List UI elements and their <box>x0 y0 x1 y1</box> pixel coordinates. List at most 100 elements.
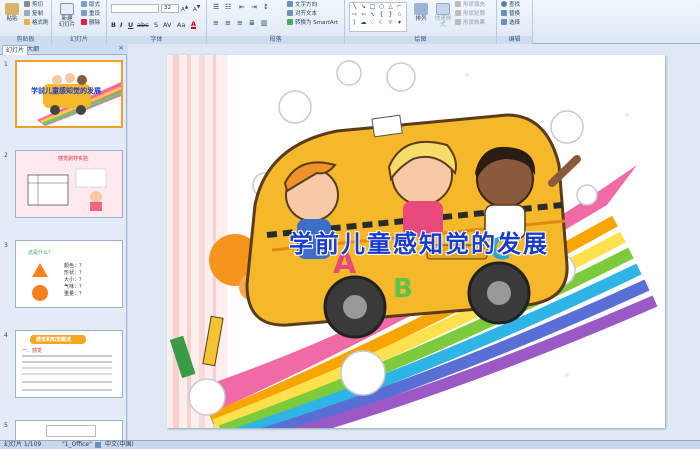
heart-shape-icon[interactable]: ♡ <box>368 19 377 27</box>
quick-styles-icon <box>436 3 450 15</box>
underline-icon[interactable]: U <box>128 21 133 29</box>
clipboard-group-label: 剪贴板 <box>0 36 51 44</box>
letter-b-character: B <box>393 274 413 304</box>
shapes-gallery[interactable]: ╲ ↘ □ ○ △ ⌐ ⇨ ⇦ ∿{} ☆ ⌈ ☁ ♡ ☾ ☼ ▾ <box>349 2 407 32</box>
paste-icon <box>5 3 19 15</box>
layout-icon <box>81 1 87 7</box>
curve-shape-icon[interactable]: ∿ <box>368 11 377 19</box>
char-spacing-icon[interactable]: AV <box>163 21 171 29</box>
line2-shape-icon[interactable]: ⌐ <box>395 3 404 11</box>
copy-icon <box>24 10 30 16</box>
change-case-icon[interactable]: Aa <box>177 21 185 29</box>
shadow-icon[interactable]: S <box>154 21 158 29</box>
columns-icon[interactable]: ▥ <box>261 20 268 27</box>
slide-thumb-2[interactable]: 感觉剥夺实验 <box>15 150 123 218</box>
shape-outline-button[interactable]: 形状轮廓 <box>455 10 485 18</box>
oval-shape-icon[interactable]: ○ <box>377 3 386 11</box>
slides-group: 新建 幻灯片 版式 重设 删除 幻灯片 <box>52 0 107 44</box>
close-pane-icon[interactable]: × <box>118 44 124 52</box>
arrow-right-shape-icon[interactable]: ⇨ <box>350 11 359 19</box>
quick-styles-button[interactable]: 快速样式 <box>433 3 453 28</box>
rect-shape-icon[interactable]: □ <box>368 3 377 11</box>
thumb-4-subtitle: 一、感觉 <box>22 348 43 354</box>
format-painter-button[interactable]: 格式刷 <box>24 19 49 27</box>
smartart-icon <box>287 19 293 25</box>
italic-icon[interactable]: I <box>120 21 122 29</box>
outline-icon <box>455 10 461 16</box>
star-shape-icon[interactable]: ☆ <box>395 11 404 19</box>
reset-button[interactable]: 重设 <box>81 10 100 18</box>
align-text-button[interactable]: 对齐文本 <box>287 10 317 18</box>
shape-effects-button[interactable]: 形状效果 <box>455 19 485 27</box>
drawing-group-label: 绘图 <box>345 36 496 44</box>
ribbon: 粘贴 剪切 复制 格式刷 剪贴板 新建 幻灯片 版式 重设 删除 幻灯片 32 … <box>0 0 700 44</box>
arrange-button[interactable]: 排列 <box>411 3 431 25</box>
delete-slide-button[interactable]: 删除 <box>81 19 100 27</box>
new-slide-button[interactable]: 新建 幻灯片 <box>55 3 79 28</box>
align-center-icon[interactable]: ≡ <box>225 20 231 27</box>
fill-icon <box>455 1 461 7</box>
bold-icon[interactable]: B <box>111 21 116 29</box>
sun-shape-icon[interactable]: ☼ <box>386 19 395 27</box>
paste-button[interactable]: 粘贴 <box>2 3 22 25</box>
find-icon <box>501 1 507 7</box>
decrease-indent-icon[interactable]: ⇤ <box>239 4 245 11</box>
text-direction-button[interactable]: 文字方向 <box>287 1 317 9</box>
font-name-select[interactable] <box>111 4 159 13</box>
thumb-number: 5 <box>4 422 8 429</box>
slide-thumb-1[interactable]: 学前儿童感知觉的发展 <box>15 60 123 128</box>
find-button[interactable]: 查找 <box>501 1 520 9</box>
bullets-icon[interactable]: ☰ <box>213 4 219 11</box>
font-size-select[interactable]: 32 <box>161 4 179 13</box>
brace2-shape-icon[interactable]: } <box>386 11 395 19</box>
shape-fill-button[interactable]: 形状填充 <box>455 1 485 9</box>
font-color-icon[interactable]: A <box>191 21 197 29</box>
more-shapes-icon[interactable]: ▾ <box>395 19 404 27</box>
smartart-button[interactable]: 转换为 SmartArt <box>287 19 338 27</box>
tab-outline[interactable]: 大纲 <box>24 45 42 55</box>
strike-icon[interactable]: abc <box>137 21 149 29</box>
bracket-shape-icon[interactable]: ⌈ <box>350 19 359 27</box>
paragraph-group-label: 段落 <box>207 36 344 44</box>
brace-shape-icon[interactable]: { <box>377 11 386 19</box>
thumb-3-list: 颜色：？ 形状：？ 大小：？ 气味：？ 重量：？ <box>64 263 85 297</box>
thumb-number: 2 <box>4 152 8 159</box>
shrink-font-icon[interactable]: A▼ <box>193 4 200 14</box>
spell-check-icon[interactable] <box>95 442 101 448</box>
slide-title[interactable]: 学前儿童感知觉的发展 <box>229 224 609 259</box>
delete-icon <box>81 19 87 25</box>
arrow-shape-icon[interactable]: ↘ <box>359 3 368 11</box>
align-left-icon[interactable]: ≡ <box>213 20 219 27</box>
thumb-2-title: 感觉剥夺实验 <box>58 156 89 162</box>
numbering-icon[interactable]: ☷ <box>225 4 231 11</box>
arrow-left-shape-icon[interactable]: ⇦ <box>359 11 368 19</box>
moon-shape-icon[interactable]: ☾ <box>377 19 386 27</box>
font-group: 32 A▲ A▼ B I U abc S AV Aa A 字体 <box>107 0 207 44</box>
increase-indent-icon[interactable]: ⇥ <box>251 4 257 11</box>
grow-font-icon[interactable]: A▲ <box>181 4 188 14</box>
slide-thumb-4[interactable]: 感觉和知觉概述 一、感觉 <box>15 330 123 398</box>
select-icon <box>501 19 507 25</box>
cut-button[interactable]: 剪切 <box>24 1 43 9</box>
slide-thumb-5[interactable] <box>15 420 123 440</box>
replace-button[interactable]: 替换 <box>501 10 520 18</box>
drawing-group: ╲ ↘ □ ○ △ ⌐ ⇨ ⇦ ∿{} ☆ ⌈ ☁ ♡ ☾ ☼ ▾ 排列 快速样式 形状填充 形状轮廓 形… <box>345 0 497 44</box>
line-shape-icon[interactable]: ╲ <box>350 3 359 11</box>
slide-canvas[interactable]: A B C 学前儿童感知觉的发展 <box>167 55 665 449</box>
replace-icon <box>501 10 507 16</box>
thumb-1-title: 学前儿童感知觉的发展 <box>31 87 101 95</box>
paragraph-group: ☰ ☷ ⇤ ⇥ ↕ ≡ ≡ ≡ ≣ ▥ 文字方向 对齐文本 转换为 SmartA… <box>207 0 345 44</box>
slides-group-label: 幻灯片 <box>52 36 106 44</box>
cloud-shape-icon[interactable]: ☁ <box>359 19 368 27</box>
thumb-2-figure <box>27 168 107 211</box>
justify-icon[interactable]: ≣ <box>249 20 255 27</box>
pane-tabs: 幻灯片 大纲 × <box>0 44 127 55</box>
copy-button[interactable]: 复制 <box>24 10 43 18</box>
layout-button[interactable]: 版式 <box>81 1 100 9</box>
select-button[interactable]: 选择 <box>501 19 520 27</box>
slide-pane: 幻灯片 大纲 × 1 学前儿童感知觉的发展 2 感觉剥夺实验 3 这是什么？ 颜… <box>0 44 127 440</box>
slide-thumb-3[interactable]: 这是什么？ 颜色：？ 形状：？ 大小：？ 气味：？ 重量：？ <box>15 240 123 308</box>
line-spacing-icon[interactable]: ↕ <box>263 4 269 11</box>
triangle-shape-icon[interactable]: △ <box>386 3 395 11</box>
align-right-icon[interactable]: ≡ <box>237 20 243 27</box>
